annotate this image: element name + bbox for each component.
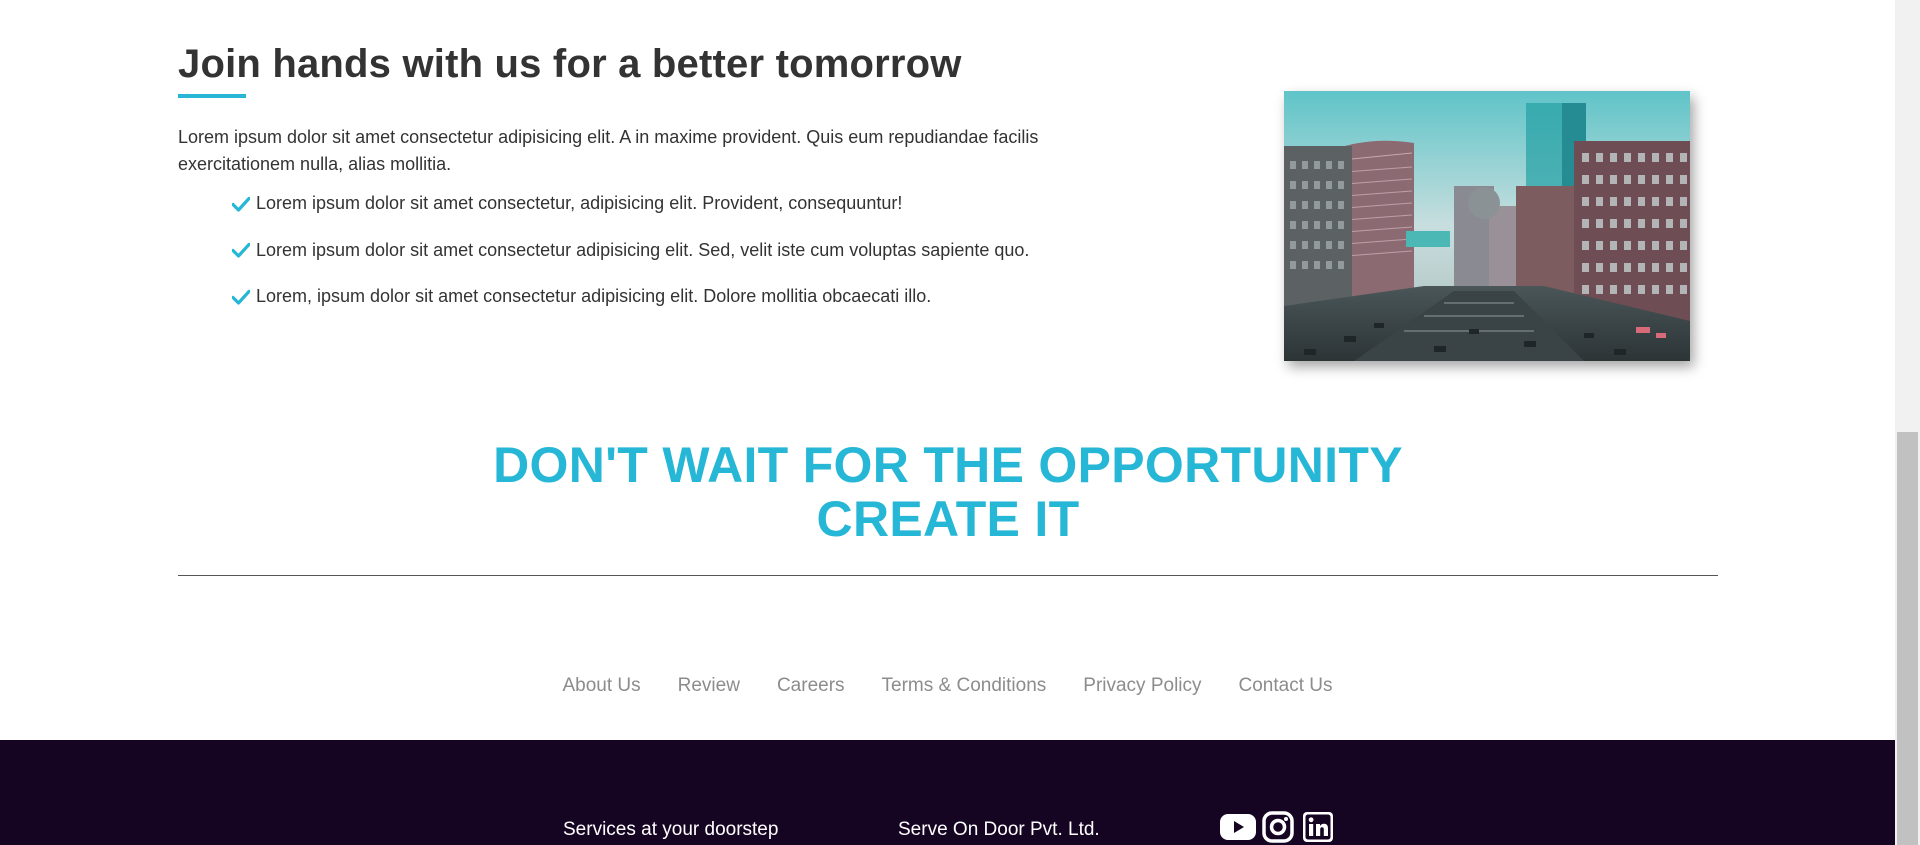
check-list-item: Lorem ipsum dolor sit amet consectetur, …: [232, 190, 1029, 217]
divider: [178, 575, 1718, 576]
linkedin-icon[interactable]: [1299, 810, 1337, 844]
title-underline: [178, 94, 246, 98]
check-icon: [232, 241, 250, 259]
check-list-text: Lorem, ipsum dolor sit amet consectetur …: [256, 286, 932, 306]
social-links: [1219, 810, 1337, 844]
join-title: Join hands with us for a better tomorrow: [178, 42, 962, 86]
vertical-scrollbar[interactable]: [1895, 0, 1920, 845]
youtube-icon[interactable]: [1219, 810, 1257, 844]
check-icon: [232, 288, 250, 306]
footer-link-careers[interactable]: Careers: [758, 674, 863, 698]
join-intro-text: Lorem ipsum dolor sit amet consectetur a…: [178, 127, 1039, 174]
footer-company-name: Serve On Door Pvt. Ltd.: [898, 819, 1100, 840]
instagram-icon[interactable]: [1259, 810, 1297, 844]
footer-link-contact-us[interactable]: Contact Us: [1220, 674, 1351, 698]
join-section: Join hands with us for a better tomorrow…: [178, 38, 1723, 368]
check-list-text: Lorem ipsum dolor sit amet consectetur a…: [256, 239, 1030, 260]
slogan-line-2: CREATE IT: [816, 491, 1080, 547]
footer-link-privacy[interactable]: Privacy Policy: [1065, 674, 1220, 698]
city-buildings-image: [1284, 91, 1690, 361]
footer-nav: About Us Review Careers Terms & Conditio…: [0, 674, 1895, 698]
slogan-line-1: DON'T WAIT FOR THE OPPORTUNITY: [493, 437, 1403, 493]
page: Join hands with us for a better tomorrow…: [0, 0, 1920, 845]
bottom-footer: Services at your doorstep Serve On Door …: [0, 740, 1895, 845]
footer-link-terms[interactable]: Terms & Conditions: [863, 674, 1065, 698]
slogan-heading: DON'T WAIT FOR THE OPPORTUNITY CREATE IT: [178, 438, 1718, 546]
check-list-item: Lorem ipsum dolor sit amet consectetur a…: [232, 237, 1029, 264]
check-icon: [232, 195, 250, 213]
footer-link-review[interactable]: Review: [659, 674, 758, 698]
footer-link-about-us[interactable]: About Us: [544, 674, 659, 698]
footer-tagline: Services at your doorstep: [563, 819, 779, 840]
check-list-text: Lorem ipsum dolor sit amet consectetur, …: [256, 193, 903, 213]
check-list: Lorem ipsum dolor sit amet consectetur, …: [232, 190, 1029, 330]
scrollbar-thumb[interactable]: [1897, 432, 1918, 845]
check-list-item: Lorem, ipsum dolor sit amet consectetur …: [232, 283, 1029, 310]
